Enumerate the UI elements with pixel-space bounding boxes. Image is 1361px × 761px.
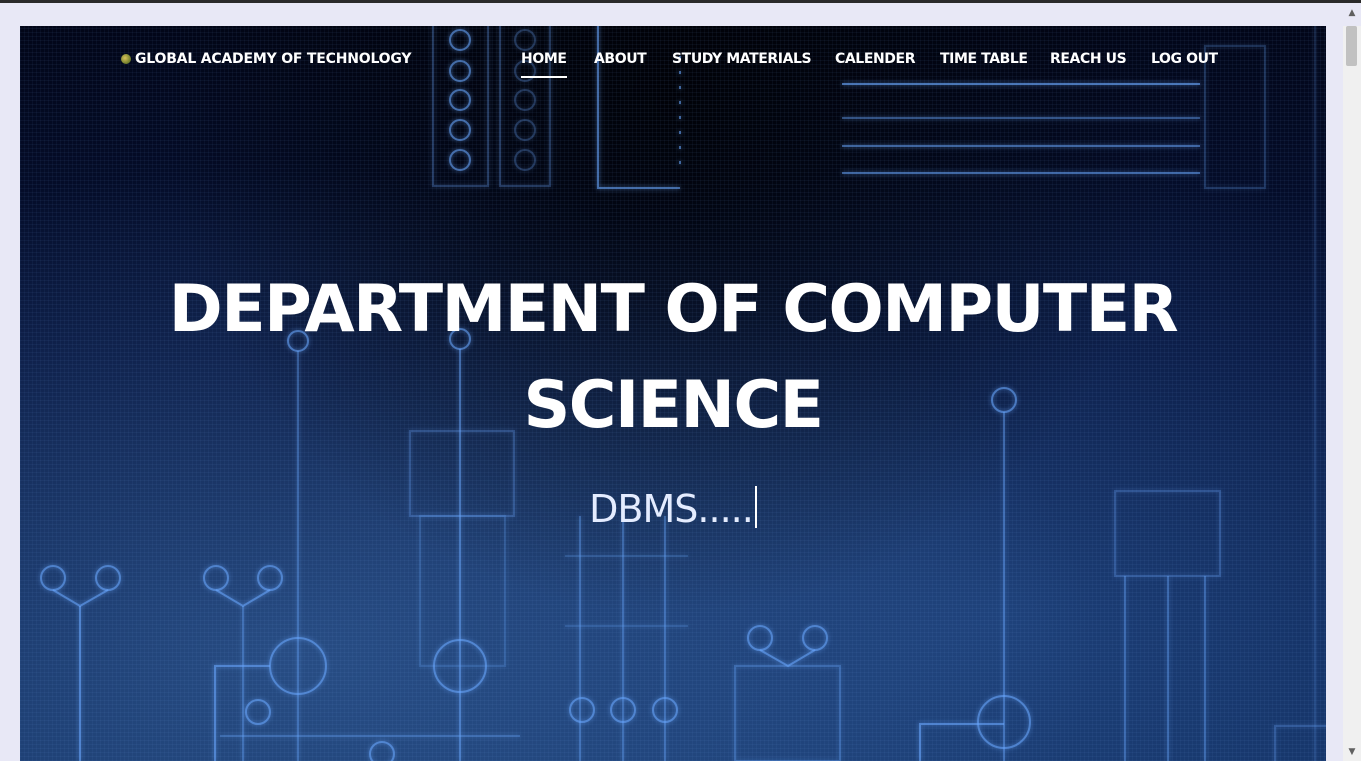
nav-item-about[interactable]: ABOUT — [594, 48, 647, 70]
nav-item-study-materials[interactable]: STUDY MATERIALS — [672, 48, 812, 70]
nav-item-home[interactable]: HOME — [521, 48, 567, 78]
scroll-down-arrow-icon[interactable]: ▼ — [1343, 743, 1361, 761]
typing-text: DBMS..... — [589, 487, 754, 531]
nav-item-calender[interactable]: CALENDER — [835, 48, 915, 70]
page-title: DEPARTMENT OF COMPUTER SCIENCE — [20, 262, 1326, 454]
college-emblem-icon — [121, 54, 131, 64]
typing-subtitle: DBMS..... — [20, 481, 1326, 537]
scrollbar-thumb[interactable] — [1346, 26, 1357, 66]
page-title-line-2: SCIENCE — [523, 368, 824, 443]
page-scrollbar[interactable]: ▲ ▼ — [1343, 8, 1361, 761]
brand-name: GLOBAL ACADEMY OF TECHNOLOGY — [135, 51, 412, 67]
scroll-up-arrow-icon[interactable]: ▲ — [1343, 4, 1361, 22]
nav-item-time-table[interactable]: TIME TABLE — [940, 48, 1028, 70]
typing-cursor — [754, 486, 757, 528]
brand-logo-link[interactable]: GLOBAL ACADEMY OF TECHNOLOGY — [121, 48, 411, 70]
nav-item-log-out[interactable]: LOG OUT — [1151, 48, 1218, 70]
main-navigation: HOME ABOUT STUDY MATERIALS CALENDER TIME… — [521, 48, 1221, 82]
window-top-edge — [0, 0, 1361, 3]
hero-section: GLOBAL ACADEMY OF TECHNOLOGY HOME ABOUT … — [20, 26, 1326, 761]
page-title-line-1: DEPARTMENT OF COMPUTER — [168, 272, 1179, 347]
nav-item-reach-us[interactable]: REACH US — [1050, 48, 1127, 70]
